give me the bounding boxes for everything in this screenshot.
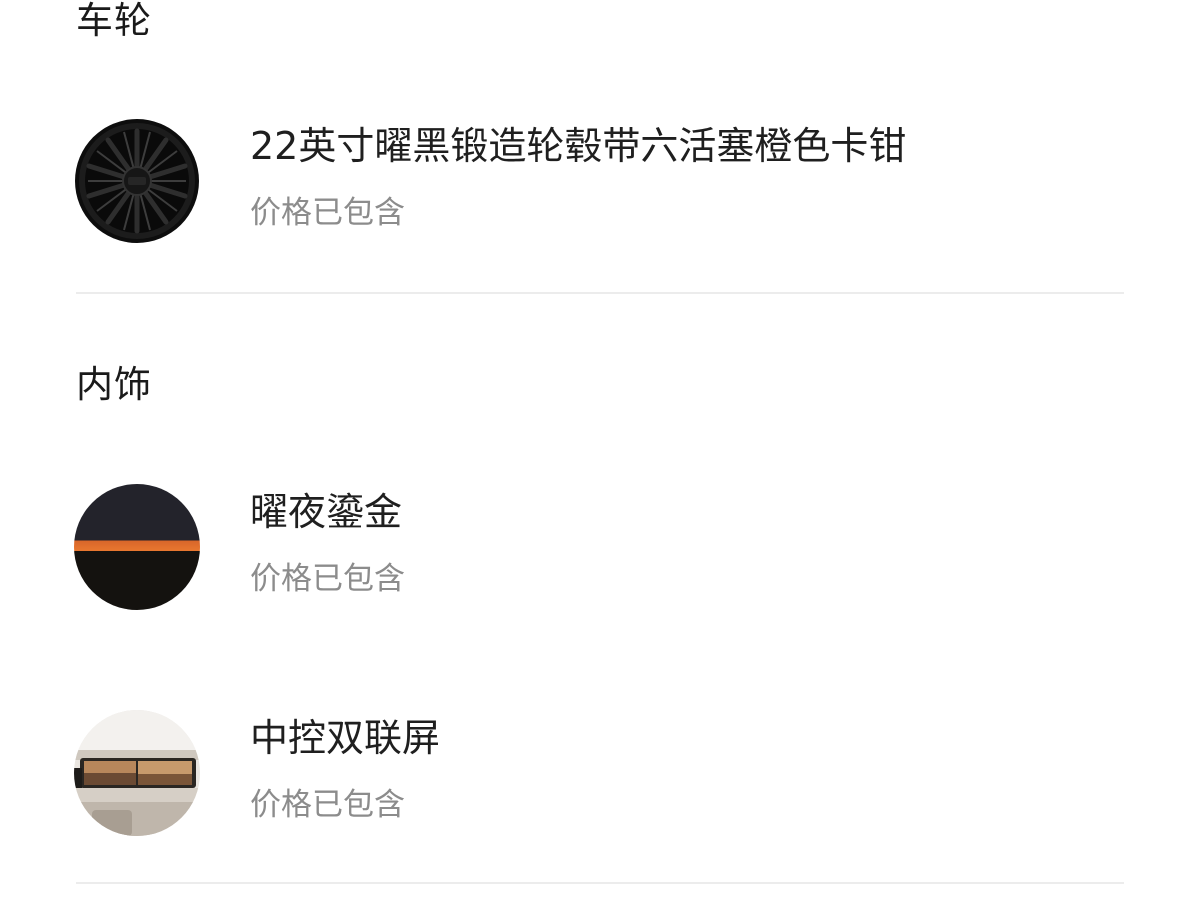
section-divider — [76, 882, 1124, 884]
section-divider — [76, 292, 1124, 294]
option-name: 22英寸曜黑锻造轮毂带六活塞橙色卡钳 — [250, 124, 907, 168]
option-item-wheel[interactable]: 22英寸曜黑锻造轮毂带六活塞橙色卡钳 价格已包含 — [74, 118, 1124, 248]
interior-color-swatch-icon — [74, 484, 200, 610]
price-note: 价格已包含 — [250, 561, 405, 597]
option-item-dual-screen[interactable]: 中控双联屏 价格已包含 — [74, 710, 1124, 840]
wheel-rim-icon — [74, 118, 200, 244]
price-note: 价格已包含 — [250, 787, 405, 823]
dual-screen-dashboard-icon — [74, 710, 200, 836]
option-item-interior-color[interactable]: 曜夜鎏金 价格已包含 — [74, 484, 1124, 614]
section-title-interior: 内饰 — [76, 363, 152, 406]
option-name: 中控双联屏 — [250, 716, 441, 760]
section-title-wheels: 车轮 — [76, 0, 152, 42]
option-name: 曜夜鎏金 — [250, 490, 403, 534]
price-note: 价格已包含 — [250, 195, 405, 231]
